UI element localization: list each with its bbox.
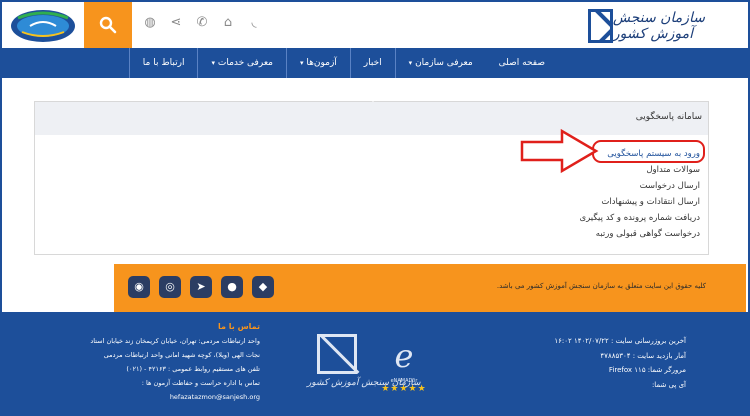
- nav-item-exams[interactable]: آزمون‌ها ▾: [285, 48, 350, 78]
- nav-list: صفحه اصلی معرفی سازمان ▾ اخبار آزمون‌ها …: [128, 48, 558, 78]
- site-stats: آخرین بروزرسانی سایت : ۱۴۰۲/۰۷/۲۲ ۱۶:۰۲ …: [554, 334, 686, 392]
- instagram-icon[interactable]: ◎: [159, 276, 181, 298]
- social-links: ◉ ◎ ➤ ● ◆: [128, 276, 283, 298]
- top-icon-bar: ◍ ⋖ ✆ ⌂ ◟: [142, 15, 262, 35]
- link-send-request[interactable]: ارسال درخواست: [579, 178, 700, 194]
- chevron-down-icon: ▾: [211, 59, 215, 67]
- site-header: سازمان سنجش آموزش کشور ◍ ⋖ ✆ ⌂ ◟: [2, 2, 748, 48]
- enamad-badge[interactable]: ℯ eNAMAD.ir ★★★★★: [374, 334, 434, 409]
- last-update: آخرین بروزرسانی سایت : ۱۴۰۲/۰۷/۲۲ ۱۶:۰۲: [554, 337, 686, 345]
- annotation-highlight-oval: [592, 140, 705, 163]
- link-acceptance-certificate[interactable]: درخواست گواهی قبولی ورتبه: [579, 226, 700, 242]
- search-icon: [99, 16, 117, 34]
- link-send-feedback[interactable]: ارسال انتقادات و پیشنهادات: [579, 194, 700, 210]
- bale-icon[interactable]: ◆: [252, 276, 274, 298]
- logo-mark-icon: [588, 9, 613, 43]
- home-icon[interactable]: ⌂: [220, 15, 236, 31]
- contact-email-link[interactable]: hefazatazmon@sanjesh.org: [90, 390, 260, 404]
- globe-icon[interactable]: ◍: [142, 15, 158, 31]
- copyright-text: کلیه حقوق این سایت متعلق به سازمان سنجش …: [496, 282, 706, 290]
- contact-line: واحد ارتباطات مردمی: تهران، خیابان کریمخ…: [90, 337, 260, 345]
- nav-item-services[interactable]: معرفی خدمات ▾: [197, 48, 286, 78]
- nav-item-contact[interactable]: ارتباط با ما: [128, 48, 198, 78]
- eitaa-icon[interactable]: ●: [221, 276, 243, 298]
- ip-info: آی پی شما:: [651, 380, 686, 389]
- main-nav: صفحه اصلی معرفی سازمان ▾ اخبار آزمون‌ها …: [2, 48, 748, 78]
- nav-item-about[interactable]: معرفی سازمان ▾: [394, 48, 486, 78]
- nav-item-news[interactable]: اخبار: [349, 48, 395, 78]
- visit-count: آمار بازدید سایت : ۴۷۸۸۵۳۰۴: [600, 351, 686, 360]
- panel-title: سامانه پاسخگویی: [635, 112, 702, 122]
- copyright-bar: کلیه حقوق این سایت متعلق به سازمان سنجش …: [114, 264, 746, 312]
- link-tracking-code[interactable]: دریافت شماره پرونده و کد پیگیری: [579, 210, 700, 226]
- rss-icon[interactable]: ◟: [246, 15, 262, 31]
- telegram-icon[interactable]: ➤: [190, 276, 212, 298]
- search-button[interactable]: [84, 2, 132, 48]
- enamad-logo-icon: ℯ: [394, 337, 414, 375]
- chevron-down-icon: ▾: [299, 59, 304, 67]
- site-footer: تماس با ما واحد ارتباطات مردمی: تهران، خ…: [2, 312, 748, 414]
- annotation-arrow-icon: [520, 128, 599, 174]
- site-logo[interactable]: سازمان سنجش آموزش کشور: [588, 8, 738, 44]
- enamad-stars: ★★★★★: [381, 384, 427, 394]
- response-system-panel: سامانه پاسخگویی ورود به سیستم پاسخگویی س…: [34, 92, 709, 255]
- footer-logo-icon: [317, 334, 357, 374]
- contact-line: تلفن های مستقیم روابط عمومی : ۴۲۱۶۳ - (۰…: [126, 365, 260, 373]
- anniversary-badge-icon: [11, 10, 75, 42]
- phone-icon[interactable]: ✆: [194, 15, 210, 31]
- contact-section: تماس با ما واحد ارتباطات مردمی: تهران، خ…: [90, 322, 260, 404]
- chevron-down-icon: ▾: [408, 59, 413, 67]
- contact-line: تماس با اداره حراست و حفاظت آزمون ها :: [141, 379, 260, 387]
- contact-title: تماس با ما: [218, 322, 260, 331]
- nav-item-home[interactable]: صفحه اصلی: [486, 48, 558, 78]
- logo-text: سازمان سنجش آموزش کشور: [612, 10, 705, 42]
- contact-line: نجات الهی (ویلا)، کوچه شهید امانی واحد ا…: [103, 351, 260, 359]
- share-icon[interactable]: ⋖: [168, 15, 184, 31]
- panel-header: سامانه پاسخگویی: [35, 92, 708, 135]
- aparat-icon[interactable]: ◉: [128, 276, 150, 298]
- panel-notch: [363, 92, 383, 102]
- browser-info: مرورگر شما: Firefox ۱۱۵: [608, 366, 686, 374]
